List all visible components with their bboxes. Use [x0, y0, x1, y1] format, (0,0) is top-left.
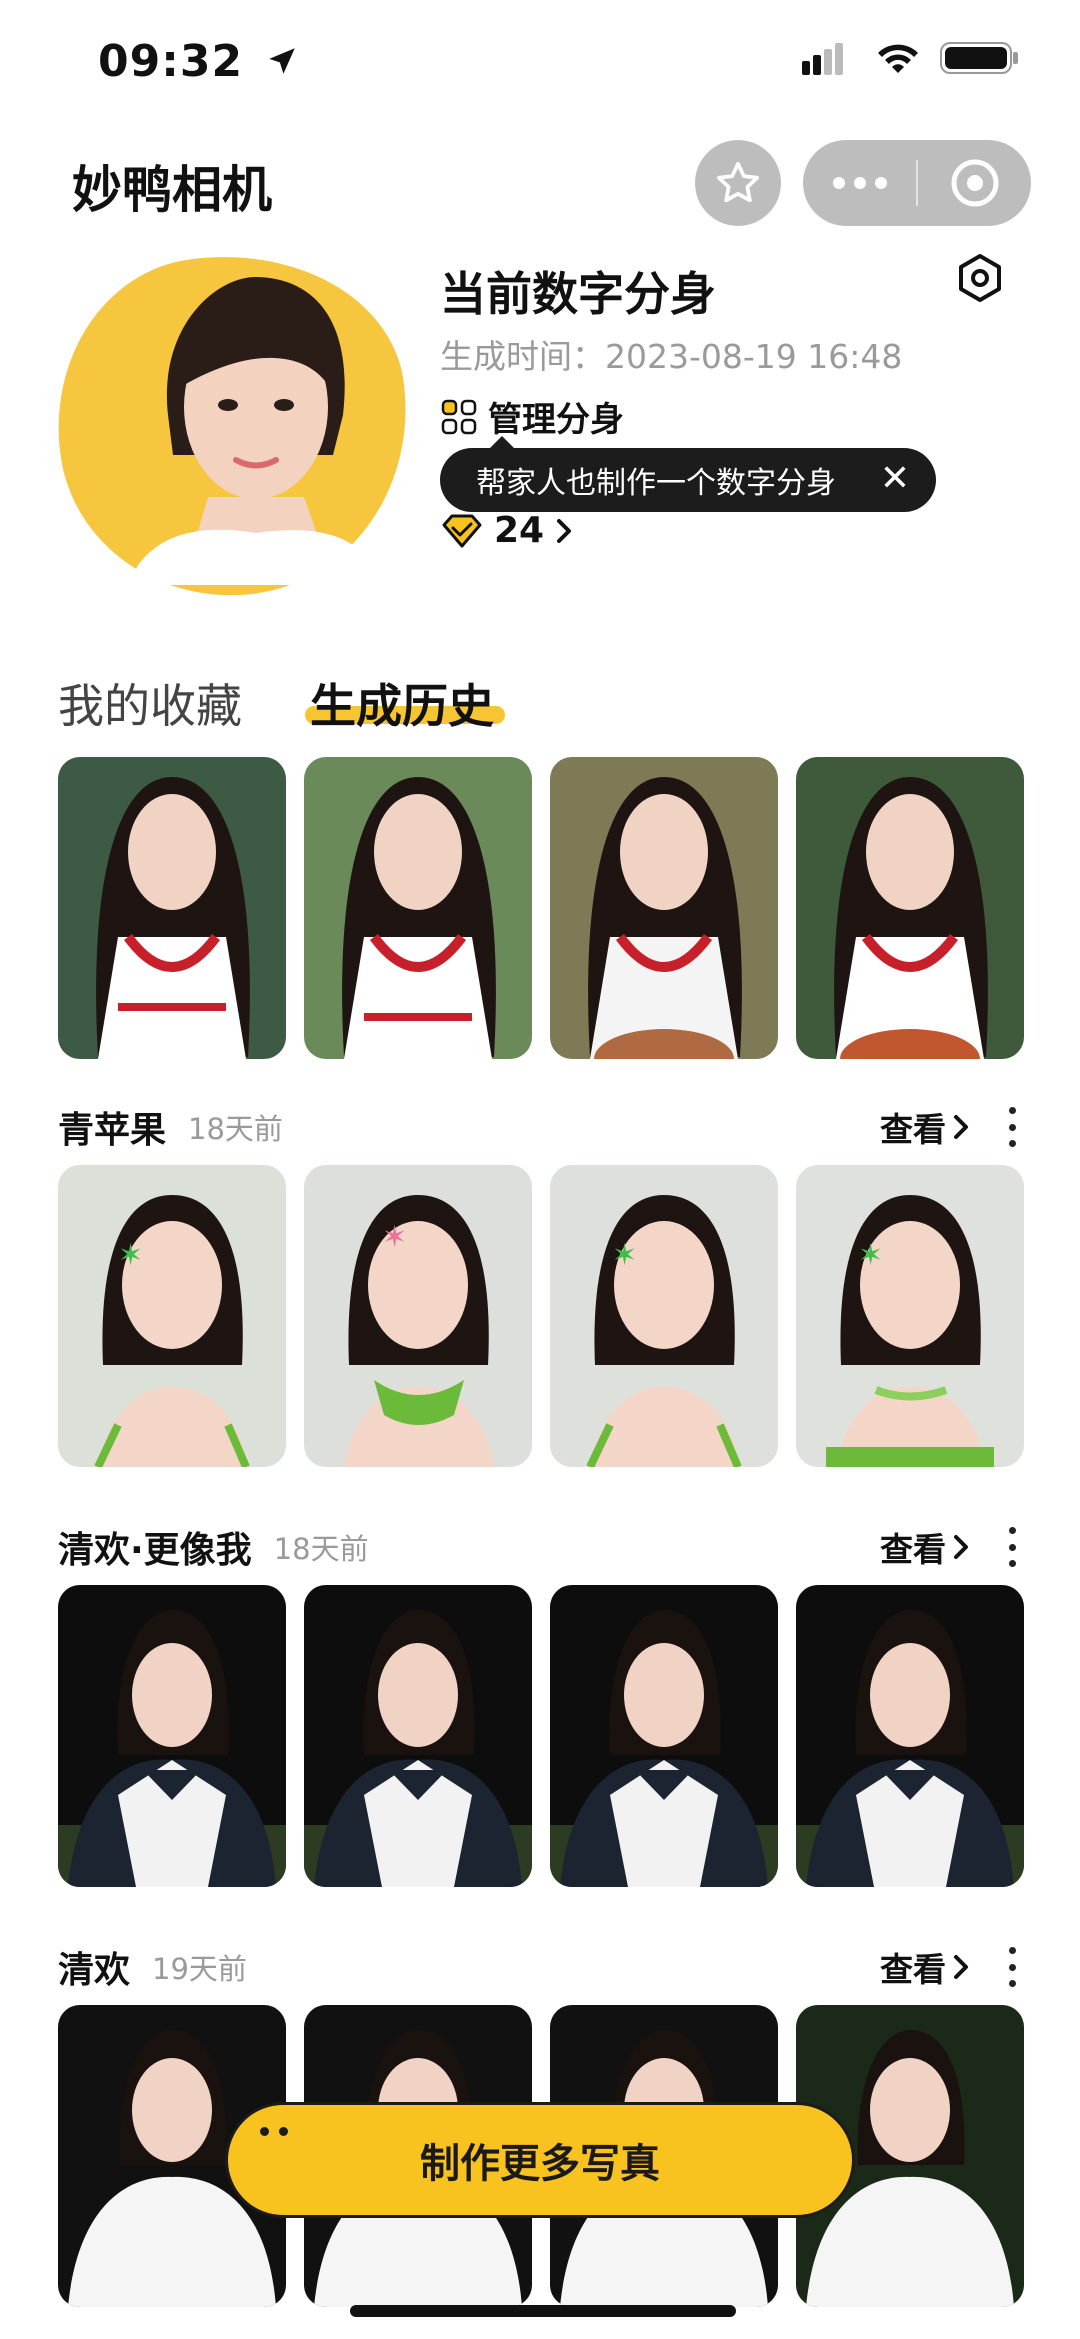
app-title: 妙鸭相机 [72, 161, 272, 219]
family-avatar-tooltip[interactable]: 帮家人也制作一个数字分身 ✕ [440, 436, 936, 512]
miniprogram-capsule [803, 140, 1031, 226]
photo-row [58, 757, 1024, 1059]
status-time: 09:32 [98, 36, 299, 87]
battery-icon [940, 42, 1018, 74]
diamond-icon [442, 514, 482, 547]
section-time: 18天前 [188, 1112, 283, 1146]
more-vertical-icon[interactable] [1002, 1947, 1022, 1987]
current-avatar-title: 当前数字分身 [440, 267, 716, 321]
photo-thumbnail[interactable] [550, 1585, 778, 1887]
photo-row: ✶ ✶ ✶ ✶ [58, 1165, 1024, 1467]
svg-text:✶: ✶ [382, 1220, 407, 1255]
target-icon [951, 159, 998, 207]
view-link[interactable]: 查看 [880, 1103, 970, 1151]
chevron-right-icon [954, 1115, 968, 1139]
manage-label: 管理分身 [488, 400, 624, 440]
grid-icon [441, 399, 477, 434]
avatar[interactable] [36, 232, 430, 618]
view-link[interactable]: 查看 [880, 1523, 970, 1571]
tab-favorites[interactable]: 我的收藏 [58, 670, 242, 736]
close-icon[interactable]: ✕ [880, 458, 910, 499]
home-indicator [350, 2305, 736, 2317]
make-more-photos-button[interactable]: 制作更多写真 [225, 2102, 855, 2218]
tab-history[interactable]: 生成历史 [310, 670, 494, 736]
photo-thumbnail[interactable] [796, 1585, 1024, 1887]
svg-text:✶: ✶ [612, 1238, 637, 1273]
section-title: 青苹果 [58, 1110, 167, 1151]
generated-time: 生成时间：2023-08-19 16:48 [440, 337, 903, 376]
svg-text:✶: ✶ [118, 1238, 143, 1273]
photo-thumbnail[interactable] [58, 1585, 286, 1887]
wifi-icon [878, 44, 918, 73]
section-header: 清欢 19天前 查看 [58, 1937, 1022, 1997]
cta-eyes-icon [260, 2127, 288, 2136]
section-title: 清欢 [58, 1950, 131, 1991]
photo-thumbnail[interactable] [304, 757, 532, 1059]
cta-label: 制作更多写真 [420, 2141, 660, 2187]
favorite-button[interactable] [695, 140, 781, 226]
view-link[interactable]: 查看 [880, 1943, 970, 1991]
chevron-right-icon [954, 1955, 968, 1979]
close-miniprogram-button[interactable] [918, 140, 1031, 226]
more-button[interactable] [803, 140, 916, 226]
photo-thumbnail[interactable] [550, 757, 778, 1059]
location-arrow-icon [269, 48, 296, 74]
photo-thumbnail[interactable]: ✶ [796, 1165, 1024, 1467]
more-dots-icon [832, 177, 887, 189]
manage-avatars-link[interactable]: 管理分身 [440, 392, 624, 441]
section-header: 清欢·更像我 18天前 查看 [58, 1517, 1022, 1577]
credits-link[interactable]: 24 [440, 510, 574, 551]
photo-thumbnail[interactable]: ✶ [550, 1165, 778, 1467]
more-vertical-icon[interactable] [1002, 1107, 1022, 1147]
chevron-right-icon [954, 1535, 968, 1559]
photo-thumbnail[interactable] [796, 757, 1024, 1059]
tooltip-text: 帮家人也制作一个数字分身 [476, 466, 836, 501]
more-vertical-icon[interactable] [1002, 1527, 1022, 1567]
signal-icon [802, 43, 843, 75]
section-header: 青苹果 18天前 查看 [58, 1097, 1022, 1157]
status-icons [802, 40, 1020, 76]
svg-text:✶: ✶ [858, 1238, 883, 1273]
photo-thumbnail[interactable] [58, 757, 286, 1059]
photo-row [58, 1585, 1024, 1887]
section-time: 18天前 [273, 1532, 369, 1566]
star-icon [716, 161, 760, 203]
portrait-image [128, 276, 378, 585]
credits-count: 24 [494, 510, 545, 551]
photo-thumbnail[interactable]: ✶ [304, 1165, 532, 1467]
photo-thumbnail[interactable]: ✶ [58, 1165, 286, 1467]
chevron-right-icon [557, 518, 572, 543]
section-time: 19天前 [152, 1952, 247, 1986]
settings-hexagon-icon[interactable] [955, 253, 1005, 303]
photo-thumbnail[interactable] [304, 1585, 532, 1887]
section-title: 清欢·更像我 [58, 1530, 252, 1571]
